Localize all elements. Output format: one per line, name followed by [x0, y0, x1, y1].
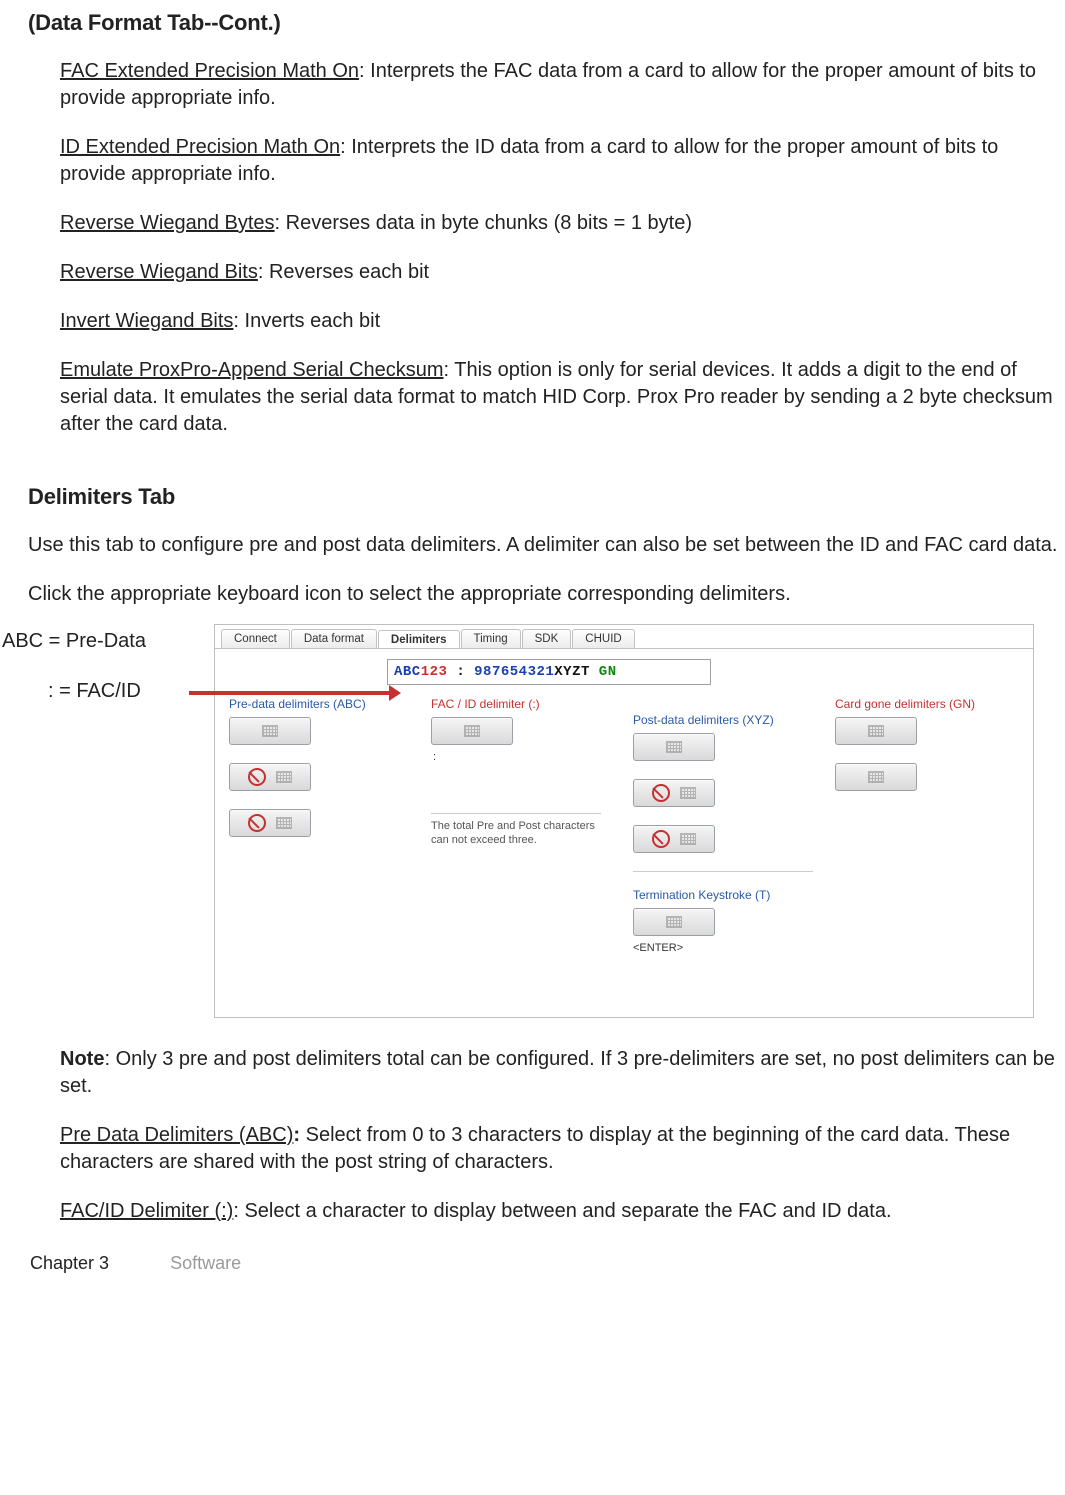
def-fac-ext: FAC Extended Precision Math On: Interpre… [60, 58, 1065, 112]
group-post-data: Post-data delimiters (XYZ) Termination K… [633, 697, 813, 954]
keyboard-icon [666, 916, 682, 928]
group-pre-data: Pre-data delimiters (ABC) [229, 697, 409, 954]
page-footer: Chapter 3 Software [30, 1253, 1065, 1274]
tab-connect[interactable]: Connect [221, 629, 290, 648]
post-keyboard-button-3[interactable] [633, 825, 715, 853]
keyboard-icon [262, 725, 278, 737]
termination-value: <ENTER> [633, 942, 813, 954]
dialog-tabbar: Connect Data format Delimiters Timing SD… [215, 625, 1033, 648]
label-facid: FAC / ID delimiter (:) [431, 697, 611, 711]
pre-keyboard-button-2[interactable] [229, 763, 311, 791]
facid-current-char: : [433, 751, 611, 763]
def-rev-bits: Reverse Wiegand Bits: Reverses each bit [60, 259, 1065, 286]
delim-intro-1: Use this tab to configure pre and post d… [28, 532, 1065, 559]
def-emu: Emulate ProxPro-Append Serial Checksum: … [60, 357, 1065, 438]
label-termination: Termination Keystroke (T) [633, 888, 813, 902]
tab-chuid[interactable]: CHUID [572, 629, 634, 648]
callout-pre-data: ABC = Pre-Data [2, 630, 146, 653]
keyboard-icon [680, 787, 696, 799]
tab-sdk[interactable]: SDK [522, 629, 572, 648]
tab-timing[interactable]: Timing [461, 629, 521, 648]
gone-keyboard-button-1[interactable] [835, 717, 917, 745]
delimiters-figure: ABC = Pre-Data : = FAC/ID Connect Data f… [28, 624, 1065, 1022]
keyboard-icon [276, 817, 292, 829]
group-facid: FAC / ID delimiter (:) : The total Pre a… [431, 697, 611, 954]
facid-keyboard-button[interactable] [431, 717, 513, 745]
post-keyboard-button-2[interactable] [633, 779, 715, 807]
facid-note: The total Pre and Post characters can no… [431, 813, 601, 848]
label-post-data: Post-data delimiters (XYZ) [633, 713, 813, 727]
def-pre-data-delim: Pre Data Delimiters (ABC): Select from 0… [60, 1122, 1065, 1176]
example-output-field: ABC123 : 987654321XYZT GN [387, 659, 711, 685]
pre-keyboard-button-3[interactable] [229, 809, 311, 837]
heading-delimiters-tab: Delimiters Tab [28, 484, 1065, 510]
def-facid-delim: FAC/ID Delimiter (:): Select a character… [60, 1198, 1065, 1225]
delimiters-dialog: Connect Data format Delimiters Timing SD… [214, 624, 1034, 1018]
def-inv-bits: Invert Wiegand Bits: Inverts each bit [60, 308, 1065, 335]
keyboard-icon [276, 771, 292, 783]
pointer-arrow-icon [189, 691, 389, 695]
footer-chapter: Chapter 3 [30, 1253, 109, 1273]
keyboard-icon [680, 833, 696, 845]
note-paragraph: Note: Only 3 pre and post delimiters tot… [60, 1046, 1065, 1100]
gone-keyboard-button-2[interactable] [835, 763, 917, 791]
keyboard-icon [868, 725, 884, 737]
callout-facid: : = FAC/ID [48, 680, 141, 703]
keyboard-icon [666, 741, 682, 753]
footer-section: Software [170, 1253, 241, 1273]
label-pre-data: Pre-data delimiters (ABC) [229, 697, 409, 711]
tab-data-format[interactable]: Data format [291, 629, 377, 648]
def-rev-bytes: Reverse Wiegand Bytes: Reverses data in … [60, 210, 1065, 237]
group-card-gone: Card gone delimiters (GN) [835, 697, 1015, 954]
keyboard-icon [868, 771, 884, 783]
pre-keyboard-button-1[interactable] [229, 717, 311, 745]
label-card-gone: Card gone delimiters (GN) [835, 697, 1015, 711]
post-keyboard-button-1[interactable] [633, 733, 715, 761]
tab-delimiters[interactable]: Delimiters [378, 630, 460, 649]
def-id-ext: ID Extended Precision Math On: Interpret… [60, 134, 1065, 188]
keyboard-icon [464, 725, 480, 737]
delim-intro-2: Click the appropriate keyboard icon to s… [28, 581, 1065, 608]
heading-data-format-cont: (Data Format Tab--Cont.) [28, 10, 1065, 36]
termination-keyboard-button[interactable] [633, 908, 715, 936]
